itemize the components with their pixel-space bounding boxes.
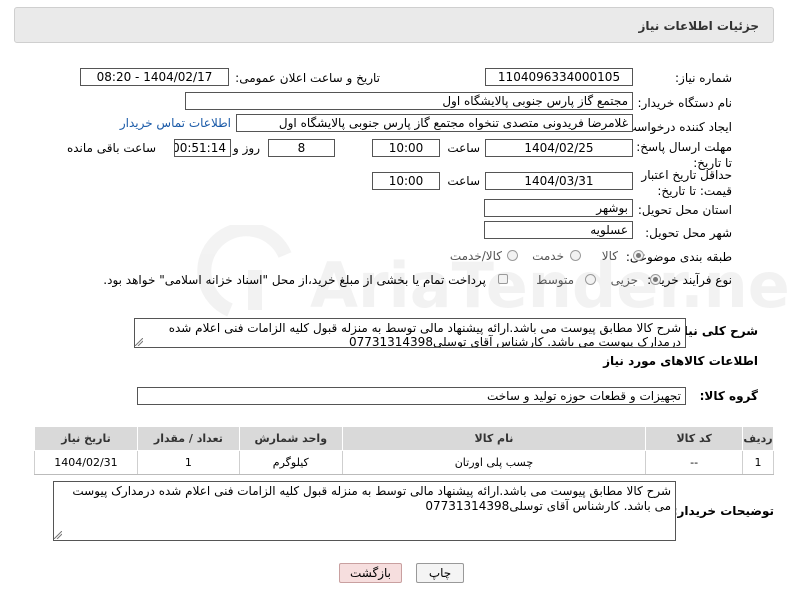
buyer-contact-link[interactable]: اطلاعات تماس خریدار [120, 116, 231, 130]
buyer-notes-label: توضیحات خریدار: [672, 504, 774, 518]
col-date: تاریخ نیاز [34, 426, 138, 451]
col-qty: تعداد / مقدار [136, 426, 240, 451]
back-button[interactable]: بازگشت [339, 563, 402, 583]
col-name: نام کالا [341, 426, 647, 451]
city-field: عسلویه [484, 221, 633, 239]
goods-section-title: اطلاعات کالاهای مورد نیاز [603, 354, 758, 368]
reply-days-field: 8 [268, 139, 335, 157]
buyer-org-field: مجتمع گاز پارس جنوبی پالایشگاه اول [185, 92, 633, 110]
purchase-option-medium: متوسط [536, 273, 574, 287]
goods-group-field: تجهیزات و قطعات حوزه تولید و ساخت [137, 387, 686, 405]
treasury-note: پرداخت تمام یا بخشی از مبلغ خرید،از محل … [103, 273, 486, 287]
remaining-time-label: ساعت باقی مانده [66, 141, 156, 155]
category-option-goods-service: کالا/خدمت [449, 249, 502, 263]
header-panel: جزئیات اطلاعات نیاز [14, 7, 774, 43]
announce-datetime-label: تاریخ و ساعت اعلان عمومی: [235, 71, 380, 85]
col-code: کد کالا [645, 426, 744, 451]
reply-time-field: 10:00 [372, 139, 440, 157]
col-index: ردیف [742, 426, 774, 451]
reply-time-label: ساعت [447, 141, 480, 155]
resize-grip-icon[interactable] [135, 338, 143, 346]
table-row: 1 -- چسب پلی اورتان کیلوگرم 1 1404/02/31 [34, 450, 774, 475]
requester-field: غلامرضا فریدونی متصدی تنخواه مجتمع گاز پ… [236, 114, 633, 132]
resize-grip-icon[interactable] [54, 531, 62, 539]
page-title: جزئیات اطلاعات نیاز [638, 19, 759, 33]
province-label: استان محل تحویل: [637, 203, 732, 217]
row-date: 1404/02/31 [34, 450, 138, 475]
row-code: -- [645, 450, 744, 475]
price-validity-time-field: 10:00 [372, 172, 440, 190]
row-name: چسب پلی اورتان [341, 450, 647, 475]
province-field: بوشهر [484, 199, 633, 217]
goods-table: ردیف کد کالا نام کالا واحد شمارش تعداد /… [34, 426, 774, 475]
category-radio-service[interactable] [570, 250, 581, 261]
description-textarea: شرح کالا مطابق پیوست می باشد.ارائه پیشنه… [134, 318, 686, 348]
print-button[interactable]: چاپ [416, 563, 464, 583]
price-validity-time-label: ساعت [447, 174, 480, 188]
row-unit: کیلوگرم [238, 450, 343, 475]
category-radio-goods[interactable] [633, 250, 644, 261]
treasury-checkbox[interactable] [498, 274, 508, 284]
purchase-option-minor: جزیی [610, 273, 638, 287]
purchase-radio-minor[interactable] [650, 274, 661, 285]
need-number-field: 1104096334000105 [485, 68, 633, 86]
category-radio-goods-service[interactable] [507, 250, 518, 261]
category-option-service: خدمت [532, 249, 564, 263]
need-number-label: شماره نیاز: [675, 71, 732, 85]
remaining-time-field: 00:51:14 [174, 139, 231, 157]
buyer-org-label: نام دستگاه خریدار: [637, 96, 733, 110]
price-validity-label: حداقل تاریخ اعتبار قیمت: تا تاریخ: [641, 168, 732, 198]
price-validity-date-field: 1404/03/31 [485, 172, 633, 190]
row-qty: 1 [136, 450, 240, 475]
goods-group-label: گروه کالا: [699, 389, 758, 403]
announce-datetime-field: 1404/02/17 - 08:20 [80, 68, 229, 86]
category-option-goods: کالا [601, 249, 618, 263]
reply-days-label: روز و [233, 141, 260, 155]
reply-date-field: 1404/02/25 [485, 139, 633, 157]
buyer-notes-textarea: شرح کالا مطابق پیوست می باشد.ارائه پیشنه… [53, 481, 676, 541]
row-index: 1 [742, 450, 774, 475]
requester-label: ایجاد کننده درخواست: [621, 120, 732, 134]
purchase-radio-medium[interactable] [585, 274, 596, 285]
col-unit: واحد شمارش [238, 426, 343, 451]
city-label: شهر محل تحویل: [645, 226, 732, 240]
